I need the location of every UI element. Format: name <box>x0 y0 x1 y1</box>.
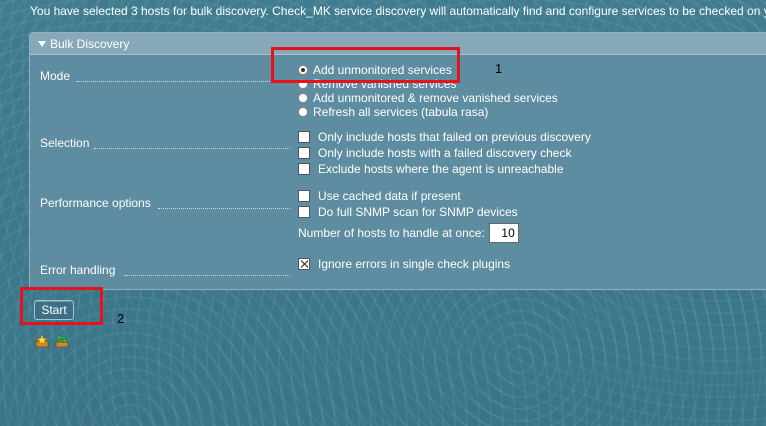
performance-use-cache[interactable]: Use cached data if present <box>298 189 461 203</box>
performance-full-snmp[interactable]: Do full SNMP scan for SNMP devices <box>298 205 518 219</box>
refresh-arrows-icon[interactable] <box>55 334 69 348</box>
collapse-triangle-icon[interactable] <box>38 41 46 47</box>
hosts-at-once-label: Number of hosts to handle at once: <box>298 226 485 240</box>
selection-failed-check[interactable]: Only include hosts with a failed discove… <box>298 146 571 160</box>
performance-option-label: Do full SNMP scan for SNMP devices <box>318 205 518 219</box>
error-handling-option-label: Ignore errors in single check plugins <box>318 257 511 271</box>
selection-option-label: Exclude hosts where the agent is unreach… <box>318 162 564 176</box>
selection-dots <box>94 148 290 149</box>
panel-title: Bulk Discovery <box>50 36 130 51</box>
mode-option-refresh-all[interactable]: Refresh all services (tabula rasa) <box>298 105 488 119</box>
hosts-at-once-row: Number of hosts to handle at once: <box>298 223 519 243</box>
hosts-at-once-input[interactable] <box>488 223 519 243</box>
selection-exclude-unreachable[interactable]: Exclude hosts where the agent is unreach… <box>298 162 564 176</box>
checkbox-icon[interactable] <box>298 190 310 202</box>
annotation-1: 1 <box>495 61 503 76</box>
checkbox-checked-icon[interactable] <box>298 258 310 270</box>
mode-option-add-and-remove[interactable]: Add unmonitored & remove vanished servic… <box>298 91 558 105</box>
mode-option-label: Add unmonitored & remove vanished servic… <box>313 91 558 105</box>
checkbox-icon[interactable] <box>298 147 310 159</box>
performance-dots <box>158 208 290 209</box>
performance-option-label: Use cached data if present <box>318 189 461 203</box>
selection-label: Selection <box>40 136 90 150</box>
start-button[interactable]: Start <box>34 300 74 320</box>
selection-option-label: Only include hosts with a failed discove… <box>318 146 572 160</box>
radio-icon[interactable] <box>298 107 308 117</box>
radio-icon[interactable] <box>298 93 308 103</box>
performance-label: Performance options <box>40 196 151 210</box>
selection-option-label: Only include hosts that failed on previo… <box>318 130 591 144</box>
mode-label: Mode <box>40 69 71 83</box>
info-text: You have selected 3 hosts for bulk disco… <box>30 4 766 18</box>
checkbox-icon[interactable] <box>298 131 310 143</box>
folder-star-icon[interactable] <box>35 334 49 348</box>
error-handling-dots <box>124 275 290 276</box>
highlight-box-1 <box>271 47 460 83</box>
annotation-2: 2 <box>117 311 125 326</box>
error-handling-ignore[interactable]: Ignore errors in single check plugins <box>298 257 510 271</box>
checkbox-icon[interactable] <box>298 206 310 218</box>
error-handling-label: Error handling <box>40 263 116 277</box>
checkbox-icon[interactable] <box>298 163 310 175</box>
mode-dots <box>76 81 290 82</box>
mode-option-label: Refresh all services (tabula rasa) <box>313 105 489 119</box>
selection-failed-previous[interactable]: Only include hosts that failed on previo… <box>298 130 591 144</box>
